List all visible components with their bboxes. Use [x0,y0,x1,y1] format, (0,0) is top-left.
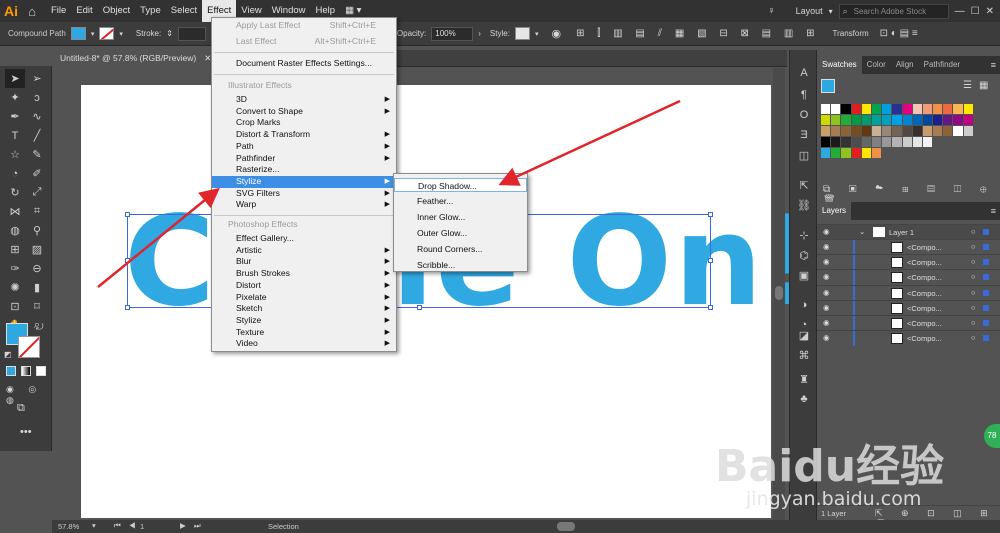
artboard-number[interactable]: 1 [140,522,144,531]
artboard-nav-icons[interactable]: ⏮ ◀ [114,521,139,531]
status-bar: 57.8% ▾ ⏮ ◀ 1 ▶ ⏭ Selection [52,520,1000,533]
arrow-to-drop-shadow [498,99,681,186]
horizontal-scrollbar[interactable] [557,522,575,531]
zoom-level[interactable]: 57.8% [58,522,79,531]
watermark-url: jingyan.baidu.com [746,488,922,510]
watermark-logo: Baidu经验 [715,441,945,492]
chevron-down-icon[interactable]: ▾ [92,521,96,530]
arrow-to-stylize [97,187,220,288]
artboard-nav-icons[interactable]: ▶ ⏭ [180,521,204,531]
current-tool-label: Selection [268,522,299,531]
